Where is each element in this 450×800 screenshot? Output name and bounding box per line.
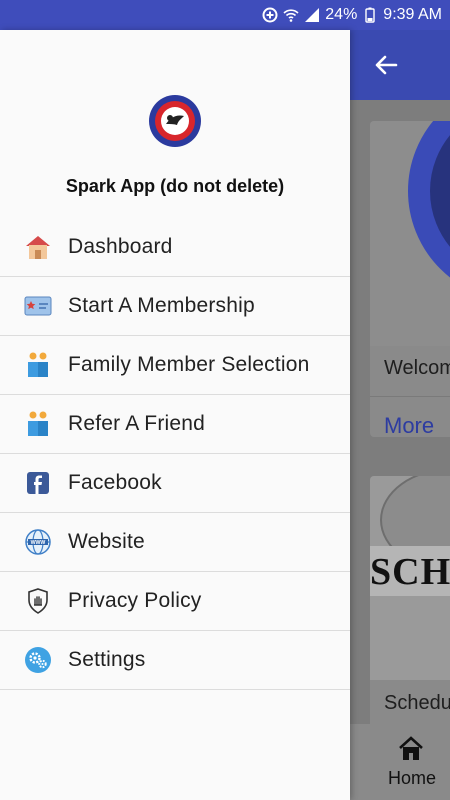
menu-label: Refer A Friend <box>68 412 206 435</box>
menu-label: Facebook <box>68 471 162 494</box>
welcome-text: Welcom <box>384 357 450 379</box>
gears-icon <box>24 646 52 674</box>
people-icon <box>24 351 52 379</box>
app-name: Spark App (do not delete) <box>65 176 285 196</box>
menu-item-privacy-policy[interactable]: Privacy Policy <box>0 572 350 631</box>
schedule-caption: Schedu <box>384 692 450 714</box>
schedule-card[interactable]: SCHE Schedu <box>370 476 450 736</box>
house-icon <box>24 233 52 261</box>
battery-icon <box>362 7 378 23</box>
app-bar <box>350 30 450 100</box>
home-tab-label[interactable]: Home <box>388 768 436 789</box>
menu-item-settings[interactable]: Settings <box>0 631 350 690</box>
menu-label: Privacy Policy <box>68 589 202 612</box>
drawer-menu: Dashboard Start A Membership Family Memb… <box>0 218 350 690</box>
app-content-scrim[interactable]: Welcom More SCHE Schedu Home <box>350 30 450 800</box>
back-arrow-icon[interactable] <box>372 51 400 79</box>
svg-text:WWW: WWW <box>31 540 46 546</box>
drawer-header: Spark App (do not delete) <box>0 30 350 218</box>
menu-item-website[interactable]: WWW Website <box>0 513 350 572</box>
menu-item-family-member-selection[interactable]: Family Member Selection <box>0 336 350 395</box>
membership-card-icon <box>24 292 52 320</box>
home-icon[interactable] <box>397 736 425 762</box>
welcome-card[interactable]: Welcom More <box>370 121 450 437</box>
academy-logo <box>148 94 202 148</box>
globe-www-icon: WWW <box>24 528 52 556</box>
menu-label: Family Member Selection <box>68 353 310 376</box>
card-logo-image <box>370 121 450 346</box>
shield-hand-icon <box>24 587 52 615</box>
schedule-image: SCHE <box>370 476 450 680</box>
wifi-icon <box>283 7 299 23</box>
menu-label: Dashboard <box>68 235 173 258</box>
menu-label: Settings <box>68 648 146 671</box>
people-icon <box>24 410 52 438</box>
facebook-icon <box>24 469 52 497</box>
battery-percent: 24% <box>325 6 358 23</box>
navigation-drawer: Spark App (do not delete) Dashboard Star… <box>0 30 350 800</box>
menu-item-dashboard[interactable]: Dashboard <box>0 218 350 277</box>
status-bar: 24% 9:39 AM <box>0 0 450 30</box>
menu-item-start-membership[interactable]: Start A Membership <box>0 277 350 336</box>
menu-item-facebook[interactable]: Facebook <box>0 454 350 513</box>
menu-item-refer-a-friend[interactable]: Refer A Friend <box>0 395 350 454</box>
menu-label: Start A Membership <box>68 294 255 317</box>
bottom-nav: Home <box>350 724 450 800</box>
data-saver-icon <box>262 7 278 23</box>
cell-signal-icon <box>304 7 320 23</box>
clock: 9:39 AM <box>383 6 442 23</box>
more-link[interactable]: More <box>384 413 434 437</box>
menu-label: Website <box>68 530 145 553</box>
